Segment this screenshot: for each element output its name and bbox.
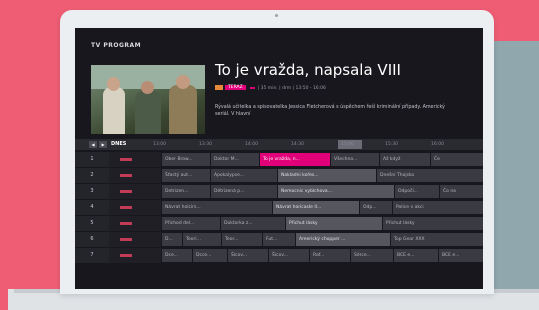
channel-row: 3 Detrizen... Dětrizená p... Nemocnic vy… xyxy=(75,184,483,199)
channel-logo[interactable] xyxy=(109,168,161,183)
channel-number: 5 xyxy=(75,216,109,231)
program-cell[interactable]: Odpoči... xyxy=(395,185,439,198)
program-cell[interactable]: Přichod del... xyxy=(162,217,220,230)
channel-row: 4 Návrat holcirs... Návrat horicasle II.… xyxy=(75,200,483,215)
program-cell[interactable]: BCE e... xyxy=(394,249,438,262)
time-label: 14:30 xyxy=(291,142,304,147)
program-cell[interactable]: Nemocnic vybíchova... xyxy=(278,185,394,198)
program-cell[interactable]: Doktorka z... xyxy=(221,217,285,230)
program-cell[interactable]: Fut... xyxy=(263,233,295,246)
day-label[interactable]: DNES xyxy=(111,141,126,148)
program-cell[interactable]: Návrat holcirs... xyxy=(162,201,272,214)
program-cell[interactable]: Šícov... xyxy=(228,249,268,262)
program-cell[interactable]: Dětrizená p... xyxy=(211,185,277,198)
rating-badge xyxy=(215,85,223,90)
webcam-icon xyxy=(275,14,278,17)
channel-row: 2 Šťastý aut... Apokalypse... Nakladni k… xyxy=(75,168,483,183)
program-cell[interactable]: Raf... xyxy=(310,249,350,262)
time-label: 13:30 xyxy=(199,142,212,147)
program-cell-selected[interactable]: To je vražda, n... xyxy=(260,153,330,166)
channel-row: 1 Ober Brow... Doktor M... To je vražda,… xyxy=(75,152,483,167)
program-cell[interactable]: Police v akci xyxy=(393,201,483,214)
program-cell[interactable]: Apokalypse... xyxy=(211,169,277,182)
program-description: Rývalá učitelka a spisovatelka Jessica F… xyxy=(215,105,445,117)
timeline-bar: ◀ ▶ DNES 13:00 13:30 14:00 14:30 15:00 1… xyxy=(75,139,483,150)
program-cell[interactable]: Šťastý aut... xyxy=(162,169,210,182)
program-cell[interactable]: Návrat horicasle II... xyxy=(273,201,359,214)
channel-logo[interactable] xyxy=(109,248,161,263)
page-title: TV PROGRAM xyxy=(91,42,142,49)
live-tag: TERAZ xyxy=(225,85,246,90)
program-meta: TERAZ | 35 min. | drm | 13:50 - 16:06 xyxy=(215,85,326,92)
program-cell[interactable]: Americký chopper ... xyxy=(296,233,390,246)
channel-row: 6 D... Teori... Teor... Fut... Americký … xyxy=(75,232,483,247)
channel-row: 7 Dce... Dcce... Šícov... Šícov... Raf..… xyxy=(75,248,483,263)
channel-logo[interactable] xyxy=(109,216,161,231)
program-cell[interactable]: Doktor M... xyxy=(211,153,259,166)
program-cell[interactable]: Če xyxy=(431,153,483,166)
program-title: To je vražda, napsala VIII xyxy=(215,61,401,79)
time-label: 13:00 xyxy=(153,142,166,147)
channel-logo[interactable] xyxy=(109,200,161,215)
channel-dot-icon xyxy=(249,86,255,89)
program-meta-text: | 35 min. | drm | 13:50 - 16:06 xyxy=(257,86,326,91)
program-cell[interactable]: Sérce... xyxy=(351,249,393,262)
program-cell[interactable]: Šícov... xyxy=(269,249,309,262)
program-cell[interactable]: Přichut lásky xyxy=(383,217,483,230)
tv-program-screen: TV PROGRAM To je vražda, napsala VIII TE… xyxy=(75,28,483,289)
channel-logo[interactable] xyxy=(109,152,161,167)
program-cell[interactable]: Nakladni kořes... xyxy=(278,169,376,182)
program-thumbnail[interactable] xyxy=(91,65,205,134)
program-cell[interactable]: Ober Brow... xyxy=(162,153,210,166)
channel-logo[interactable] xyxy=(109,232,161,247)
program-cell[interactable]: Dce... xyxy=(162,249,192,262)
program-cell[interactable]: Všechno... xyxy=(331,153,379,166)
rewind-icon[interactable]: ◀ xyxy=(89,141,97,148)
program-cell[interactable]: Detrizen... xyxy=(162,185,210,198)
program-cell[interactable]: D... xyxy=(162,233,182,246)
program-cell[interactable]: Teori... xyxy=(183,233,221,246)
channel-row: 5 Přichod del... Doktorka z... Přichut l… xyxy=(75,216,483,231)
program-cell[interactable]: Přichut lásky xyxy=(286,217,382,230)
channel-number: 2 xyxy=(75,168,109,183)
time-label: 15:30 xyxy=(385,142,398,147)
channel-number: 6 xyxy=(75,232,109,247)
program-cell[interactable]: Dnešní Thajsko xyxy=(377,169,483,182)
time-label: 15:00 xyxy=(341,142,354,147)
time-label: 14:00 xyxy=(245,142,258,147)
program-cell[interactable]: Čo na xyxy=(440,185,483,198)
channel-number: 1 xyxy=(75,152,109,167)
time-label: 16:00 xyxy=(431,142,444,147)
program-cell[interactable]: Top Gear XXX xyxy=(391,233,483,246)
program-cell[interactable]: Teor... xyxy=(222,233,262,246)
channel-number: 3 xyxy=(75,184,109,199)
program-cell[interactable]: Dcce... xyxy=(193,249,227,262)
forward-icon[interactable]: ▶ xyxy=(99,141,107,148)
program-cell[interactable]: Až když xyxy=(380,153,430,166)
channel-logo[interactable] xyxy=(109,184,161,199)
program-cell[interactable]: BCE e... xyxy=(439,249,483,262)
channel-number: 7 xyxy=(75,248,109,263)
channel-number: 4 xyxy=(75,200,109,215)
program-cell[interactable]: Odp... xyxy=(360,201,392,214)
